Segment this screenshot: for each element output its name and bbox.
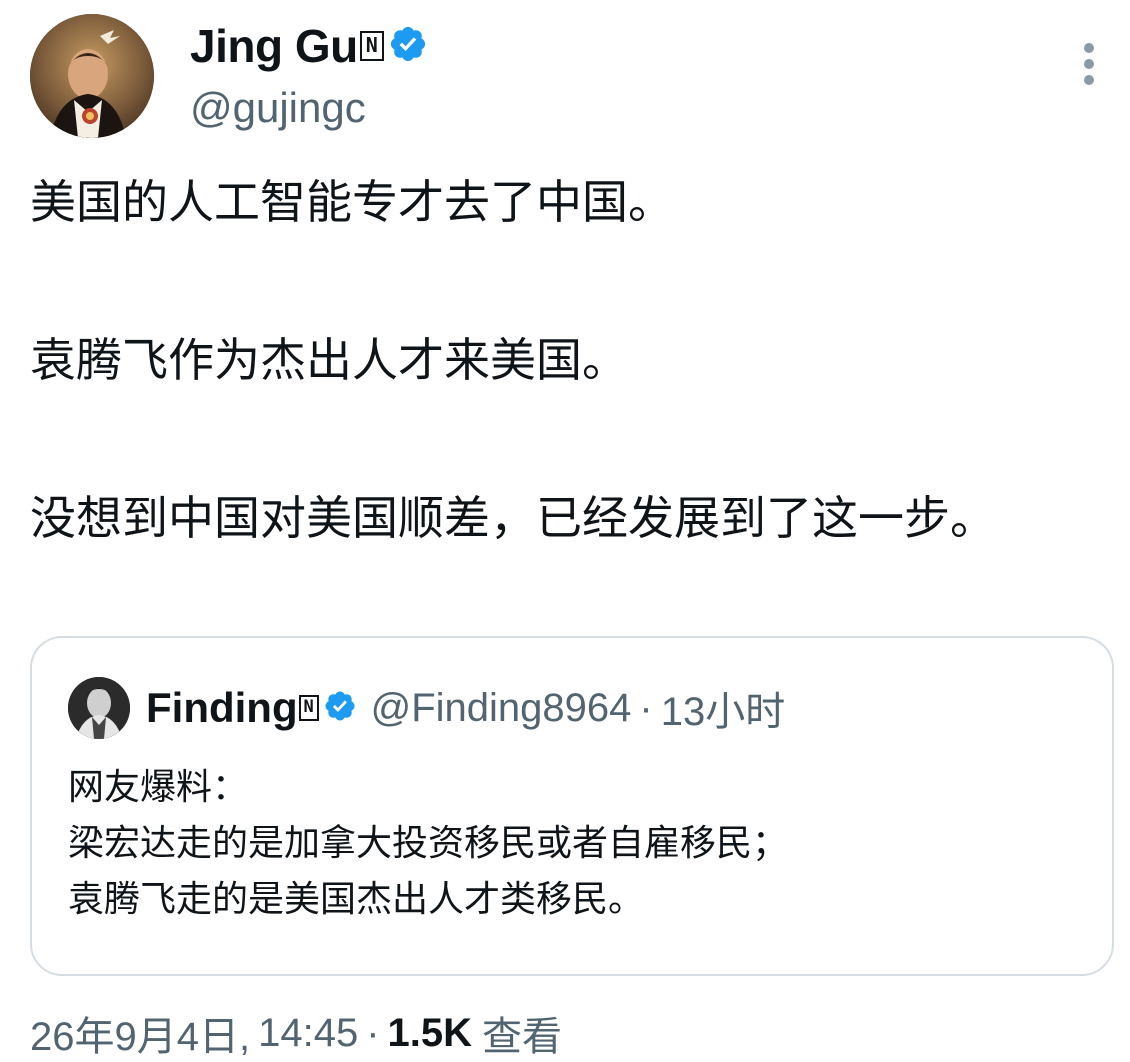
quoted-line: 袁腾飞走的是美国杰出人才类移民。 — [68, 879, 645, 920]
tweet-card: Jing Gu N @gujingc 美国的人工智能专才去了中国。 袁腾飞作为杰… — [0, 0, 1130, 1059]
verified-badge-icon — [323, 689, 357, 727]
quoted-line: 梁宏达走的是加拿大投资移民或者自雇移民； — [68, 823, 789, 864]
meta-separator: · — [366, 1010, 380, 1055]
quoted-tweet-header: Finding N @Finding8964 · 13小时 — [68, 677, 786, 739]
author-name-row: Jing Gu N — [190, 14, 428, 78]
more-vertical-icon[interactable] — [1076, 42, 1102, 86]
tweet-body: 美国的人工智能专才去了中国。 袁腾飞作为杰出人才来美国。 没想到中国对美国顺差，… — [30, 165, 1100, 555]
n-badge-icon: N — [298, 695, 319, 721]
tweet-paragraph: 美国的人工智能专才去了中国。 — [30, 175, 674, 229]
author-display-name[interactable]: Jing Gu — [190, 19, 358, 73]
tweet-meta: 26年9月4日, 14:45 · 1.5K 查看 — [30, 1008, 562, 1060]
quoted-handle[interactable]: @Finding8964 — [371, 686, 632, 731]
tweet-date[interactable]: 26年9月4日, — [30, 1004, 250, 1062]
quoted-timestamp[interactable]: 13小时 — [661, 679, 786, 737]
quoted-display-name[interactable]: Finding — [146, 684, 298, 732]
tweet-time[interactable]: 14:45 — [258, 1011, 358, 1056]
quoted-line: 网友爆料： — [68, 767, 249, 808]
quoted-author-avatar[interactable] — [68, 677, 130, 739]
tweet-paragraph: 没想到中国对美国顺差，已经发展到了这一步。 — [30, 491, 996, 545]
quoted-tweet[interactable]: Finding N @Finding8964 · 13小时 网友爆料： 梁宏达走… — [30, 636, 1114, 976]
tweet-paragraph: 袁腾飞作为杰出人才来美国。 — [30, 333, 628, 387]
author-handle[interactable]: @gujingc — [190, 84, 428, 132]
views-count: 1.5K — [387, 1010, 473, 1055]
quoted-tweet-body: 网友爆料： 梁宏达走的是加拿大投资移民或者自雇移民； 袁腾飞走的是美国杰出人才类… — [68, 760, 1088, 928]
author-avatar[interactable] — [30, 14, 154, 138]
author-block: Jing Gu N @gujingc — [190, 14, 428, 132]
views-label: 查看 — [482, 1015, 563, 1059]
quoted-separator: · — [639, 685, 653, 730]
n-badge-icon: N — [359, 31, 384, 61]
verified-badge-icon — [388, 24, 428, 68]
